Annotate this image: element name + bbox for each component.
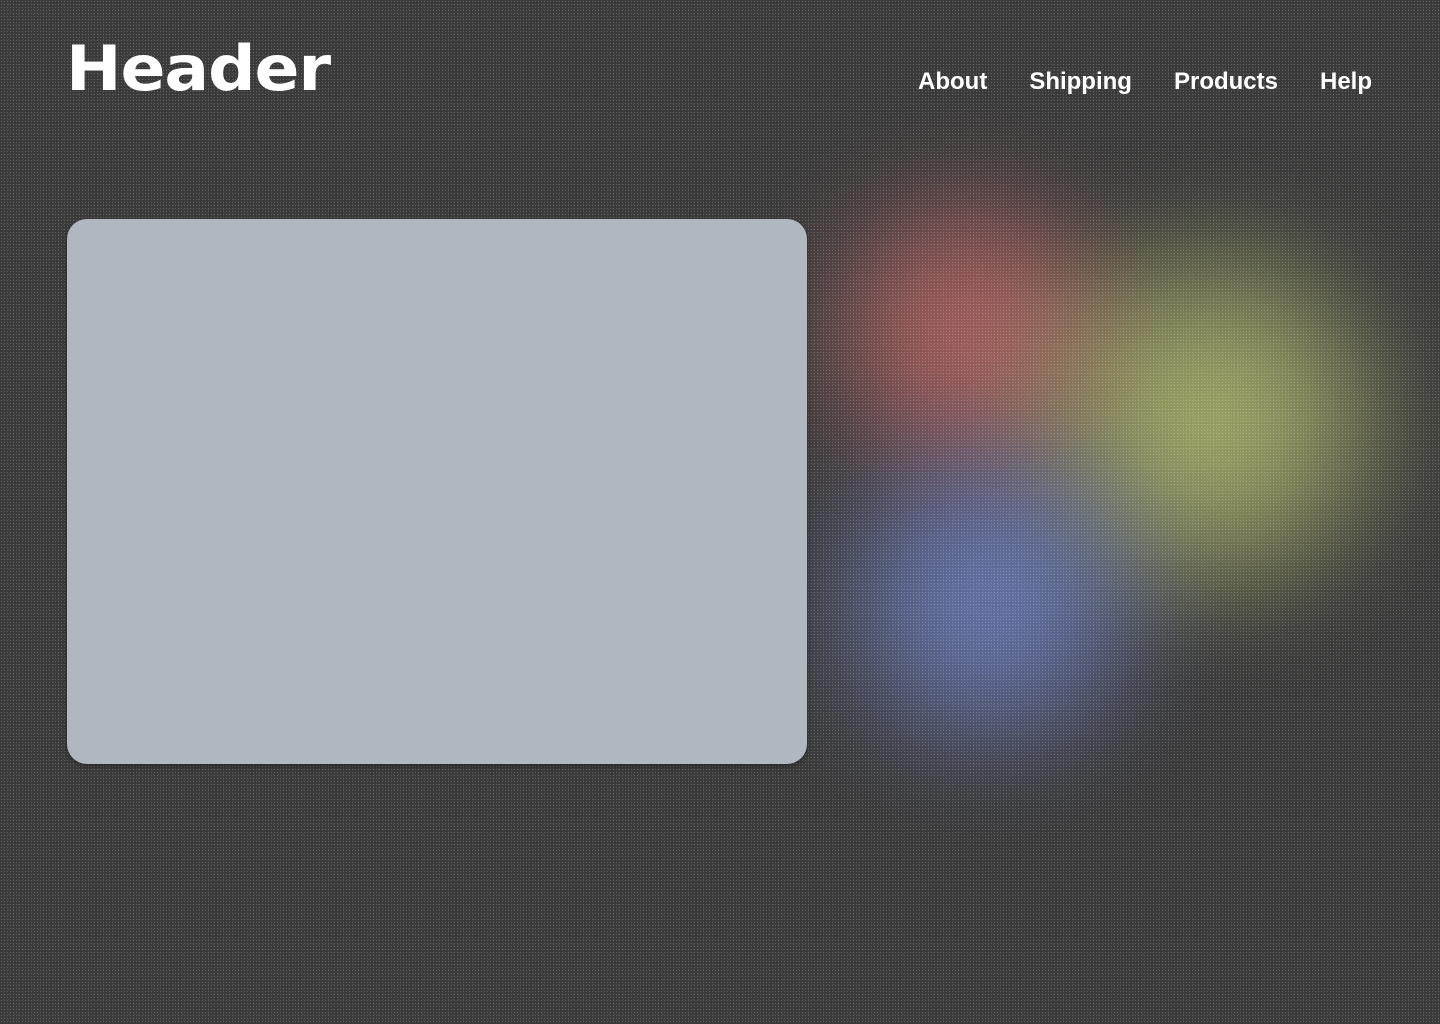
- nav-link-products[interactable]: Products: [1174, 68, 1278, 96]
- blue-gradient-orb: [800, 420, 1180, 780]
- header-logo[interactable]: Header: [66, 38, 331, 100]
- nav-link-about[interactable]: About: [918, 68, 987, 96]
- red-gradient-orb: [790, 170, 1150, 500]
- main-nav: About Shipping Products Help: [918, 68, 1372, 96]
- hero-card: [67, 219, 807, 764]
- nav-link-help[interactable]: Help: [1320, 68, 1372, 96]
- site-header: Header About Shipping Products Help: [0, 0, 1440, 150]
- nav-link-shipping[interactable]: Shipping: [1029, 68, 1132, 96]
- yellow-gradient-orb: [1000, 210, 1420, 630]
